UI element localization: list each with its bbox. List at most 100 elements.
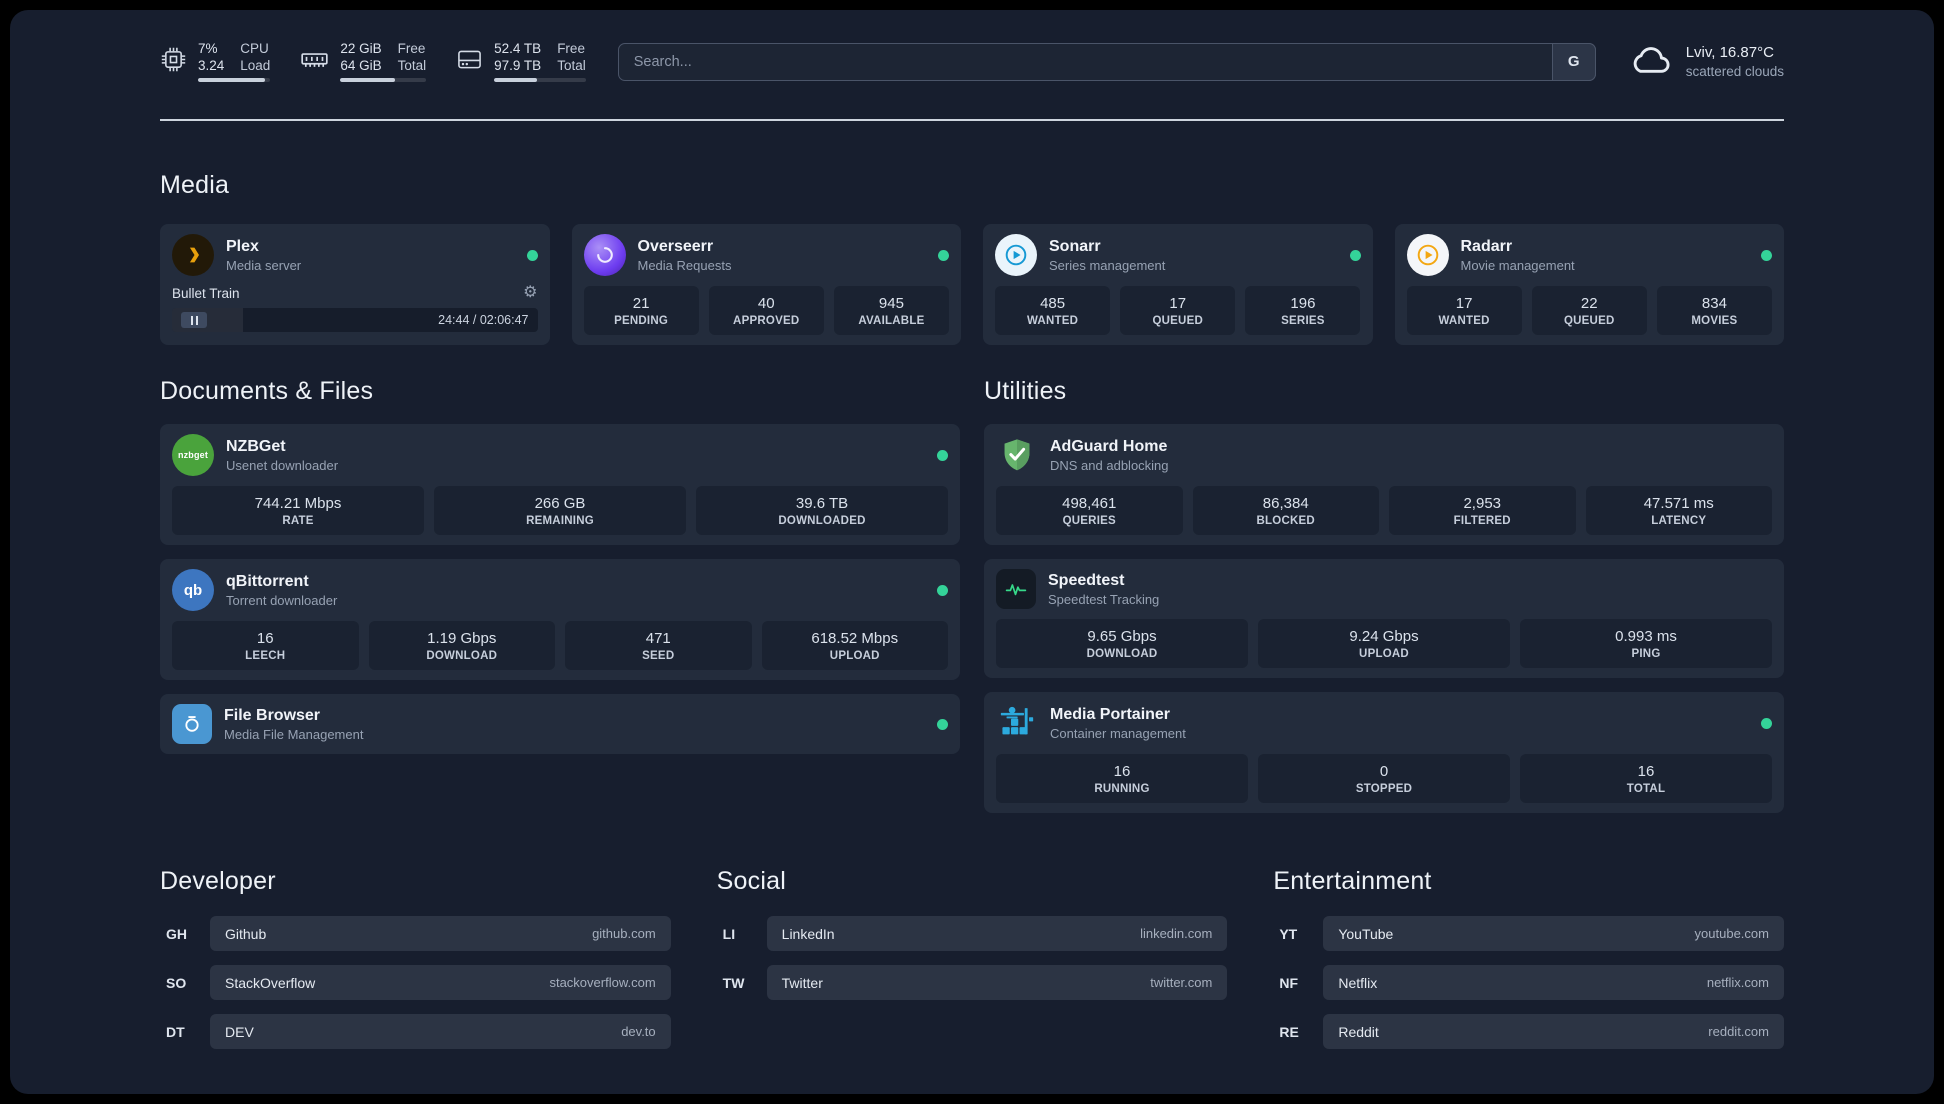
service-card-radarr[interactable]: Radarr Movie management 17 WANTED 22 QUEUED 83… [1394, 224, 1784, 345]
settings-gear-icon[interactable]: ⚙ [523, 285, 537, 301]
stat-label: WANTED [1026, 315, 1079, 327]
section-title-entertainment: Entertainment [1273, 867, 1432, 895]
stat-value: 618.52 Mbps [811, 630, 899, 647]
service-card-overseerr[interactable]: Overseerr Media Requests 21 PENDING 40 APPROV… [571, 224, 961, 345]
bookmark-stackoverflow[interactable]: SO StackOverflow stackoverflow.com [160, 965, 671, 1000]
bookmark-url: stackoverflow.com [549, 975, 656, 990]
service-name: Radarr [1460, 237, 1513, 255]
stat-label: STOPPED [1355, 783, 1413, 795]
service-stats: 16 LEECH 1.19 Gbps DOWNLOAD 471 SEED 618.52 Mb… [172, 621, 948, 670]
service-header: Sonarr Series management [995, 234, 1361, 276]
stat-label: RUNNING [1094, 783, 1150, 795]
stat-total: 16 TOTAL [1520, 754, 1772, 803]
stat-ping: 0.993 ms PING [1520, 619, 1772, 668]
stat-label: SEED [642, 650, 675, 662]
service-card-plex[interactable]: Plex Media server Bullet Train ⚙ 24:44 / 02:… [160, 224, 550, 345]
service-titles: Media Portainer Container management [1050, 706, 1186, 741]
stat-label: FILTERED [1453, 515, 1511, 527]
stat-value: 2,953 [1463, 495, 1502, 512]
resource-readout: 7% 3.24 CPU Load [198, 41, 271, 82]
service-name: Overseerr [637, 237, 714, 255]
stat-queued: 17 QUEUED [1120, 286, 1236, 335]
service-name: NZBGet [226, 437, 286, 455]
stat-label: RATE [282, 515, 314, 527]
bookmark-group-social: Social LI LinkedIn linkedin.com TW Twitter twi… [717, 867, 1228, 1049]
status-indicator-online [526, 249, 538, 261]
stat-value: 9.24 Gbps [1349, 628, 1419, 645]
service-titles: Radarr Movie management [1461, 238, 1575, 273]
stat-label: MOVIES [1691, 315, 1738, 327]
service-subtitle: Usenet downloader [226, 457, 339, 473]
filebrowser-icon [172, 704, 212, 744]
service-name: Sonarr [1049, 237, 1101, 255]
nzbget-icon: nzbget [172, 434, 214, 476]
bookmark-body: Reddit reddit.com [1323, 1014, 1784, 1049]
service-card-file-browser[interactable]: File Browser Media File Management [160, 694, 960, 754]
bookmark-body: Twitter twitter.com [766, 965, 1228, 1000]
stat-value: 47.571 ms [1643, 495, 1714, 512]
status-indicator-online [937, 718, 948, 730]
radarr-icon [1406, 234, 1449, 276]
service-card-sonarr[interactable]: Sonarr Series management 485 WANTED 17 QUEUED… [983, 224, 1373, 345]
stat-upload: 618.52 Mbps UPLOAD [761, 621, 948, 670]
bookmark-name: LinkedIn [781, 925, 835, 942]
bookmark-abbr: NF [1279, 974, 1298, 991]
service-card-adguard-home[interactable]: AdGuard Home DNS and adblocking 498,461 QUE… [984, 424, 1784, 545]
service-subtitle: Speedtest Tracking [1048, 591, 1160, 607]
stat-queued: 22 QUEUED [1531, 286, 1647, 335]
bookmark-reddit[interactable]: RE Reddit reddit.com [1273, 1014, 1784, 1049]
service-titles: Overseerr Media Requests [638, 238, 732, 273]
service-name: AdGuard Home [1050, 437, 1168, 455]
plex-icon [172, 234, 214, 276]
section-utilities: Utilities AdGuard Home DNS and adblocking… [984, 377, 1784, 813]
service-stats: 21 PENDING 40 APPROVED 945 AVAILABLE [583, 286, 950, 335]
service-card-media-portainer[interactable]: Media Portainer Container management 16 RUN… [984, 692, 1784, 813]
service-titles: File Browser Media File Management [224, 707, 363, 742]
stat-value: 266 GB [534, 495, 586, 512]
weather-condition: scattered clouds [1685, 64, 1784, 79]
service-card-nzbget[interactable]: nzbget NZBGet Usenet downloader 744.21 Mbps… [160, 424, 960, 545]
player-progress-bar[interactable]: 24:44 / 02:06:47 [172, 308, 538, 332]
bookmark-netflix[interactable]: NF Netflix netflix.com [1273, 965, 1784, 1000]
stat-value: 1.19 Gbps [427, 630, 497, 647]
search-bar: G [617, 42, 1596, 81]
utilities-cards-column: AdGuard Home DNS and adblocking 498,461 QUE… [984, 424, 1784, 813]
pause-button[interactable] [181, 312, 207, 328]
stat-value: 834 [1701, 295, 1727, 312]
resource-usage-fill [198, 78, 265, 82]
service-name: Media Portainer [1050, 705, 1171, 723]
bookmark-dev[interactable]: DT DEV dev.to [160, 1014, 671, 1049]
portainer-icon [996, 702, 1038, 744]
stat-value: 485 [1040, 295, 1066, 312]
service-card-qbittorrent[interactable]: qb qBittorrent Torrent downloader 16 LEECH 1.… [160, 559, 960, 680]
bookmark-youtube[interactable]: YT YouTube youtube.com [1273, 916, 1784, 951]
bookmark-url: youtube.com [1694, 926, 1769, 941]
stat-value: 40 [757, 295, 775, 312]
pause-icon [190, 315, 198, 325]
bookmark-abbr: TW [722, 974, 745, 991]
bookmark-name: Twitter [781, 974, 823, 991]
stat-approved: 40 APPROVED [708, 286, 824, 335]
stat-label: UPLOAD [829, 650, 880, 662]
search-provider-button[interactable]: G [1551, 42, 1596, 81]
stat-value: 16 [1637, 763, 1655, 780]
service-titles: NZBGet Usenet downloader [226, 438, 338, 473]
disk-widget: 52.4 TB 97.9 TB Free Total [456, 41, 586, 82]
bookmark-name: YouTube [1338, 925, 1394, 942]
service-name: Speedtest [1048, 571, 1125, 589]
bookmark-linkedin[interactable]: LI LinkedIn linkedin.com [717, 916, 1228, 951]
service-header: Radarr Movie management [1406, 234, 1772, 276]
cpu-widget: 7% 3.24 CPU Load [160, 41, 271, 82]
stat-value: 16 [256, 630, 274, 647]
bookmark-group-developer: Developer GH Github github.com SO StackOverfl… [160, 867, 671, 1049]
stat-seed: 471 SEED [565, 621, 752, 670]
section-title-developer: Developer [160, 867, 276, 895]
bookmark-twitter[interactable]: TW Twitter twitter.com [717, 965, 1228, 1000]
service-titles: AdGuard Home DNS and adblocking [1050, 438, 1169, 473]
bookmark-name: Reddit [1338, 1023, 1379, 1040]
resource-values: 7% 3.24 [198, 41, 225, 74]
search-input[interactable] [617, 42, 1596, 81]
service-card-speedtest[interactable]: Speedtest Speedtest Tracking 9.65 Gbps DOWN… [984, 559, 1784, 678]
disk-icon [456, 46, 483, 78]
bookmark-github[interactable]: GH Github github.com [160, 916, 671, 951]
